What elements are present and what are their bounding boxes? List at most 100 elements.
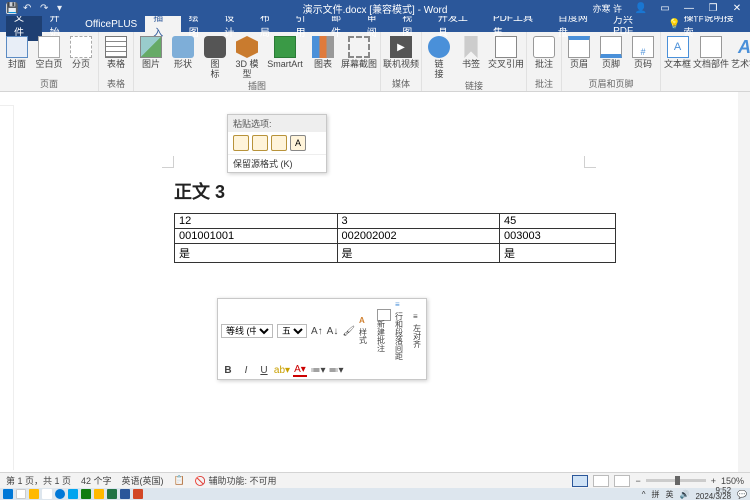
cell[interactable]: 002002002	[337, 229, 500, 244]
bullets-button[interactable]: ≔▾	[311, 363, 325, 377]
screenshot-button[interactable]: 屏幕截图	[341, 34, 377, 69]
start-button[interactable]	[3, 489, 13, 499]
size-select[interactable]: 五号	[277, 324, 307, 338]
styles-button[interactable]: A样式	[359, 317, 373, 345]
track-changes-icon[interactable]: 📋	[174, 475, 185, 486]
cover-page-button[interactable]: 封面	[3, 34, 31, 69]
paste-picture-icon[interactable]	[271, 135, 287, 151]
save-icon[interactable]: 💾	[6, 3, 17, 14]
volume-icon[interactable]: 🔊	[679, 490, 689, 499]
web-layout-view[interactable]	[614, 475, 630, 487]
excel-icon[interactable]	[107, 489, 117, 499]
tab-officeplus[interactable]: OfficePLUS	[77, 17, 145, 32]
app-icon[interactable]	[94, 489, 104, 499]
document-table[interactable]: 12345 001001001002002002003003 是是是	[174, 213, 616, 263]
redo-icon[interactable]: ↷	[40, 3, 51, 14]
explorer-icon[interactable]	[29, 489, 39, 499]
cell[interactable]: 是	[500, 244, 616, 263]
cell[interactable]: 12	[175, 214, 338, 229]
qat-more-icon[interactable]: ▾	[57, 3, 68, 14]
smartart-button[interactable]: SmartArt	[265, 34, 305, 69]
user-avatar[interactable]: 👤	[630, 1, 652, 15]
font-select[interactable]: 等线 (中文	[221, 324, 273, 338]
notifications-icon[interactable]: 💬	[737, 490, 747, 499]
user-name[interactable]: 亦寒 许	[592, 2, 622, 15]
paste-merge-icon[interactable]	[252, 135, 268, 151]
paste-keep-source[interactable]: 保留源格式 (K)	[228, 154, 326, 172]
search-icon[interactable]	[16, 489, 26, 499]
comment-button[interactable]: 批注	[530, 34, 558, 69]
shrink-font-icon[interactable]: A↓	[327, 324, 339, 338]
grow-font-icon[interactable]: A↑	[311, 324, 323, 338]
underline-button[interactable]: U	[257, 363, 271, 377]
pagenum-label: 页码	[634, 59, 652, 69]
ime-icon[interactable]: 拼	[651, 489, 659, 500]
bold-button[interactable]: B	[221, 363, 235, 377]
cell[interactable]: 001001001	[175, 229, 338, 244]
pictures-button[interactable]: 图片	[137, 34, 165, 69]
pagenum-button[interactable]: #页码	[629, 34, 657, 69]
paste-text-icon[interactable]: A	[290, 135, 306, 151]
app-icon[interactable]	[68, 489, 78, 499]
group-headerfooter: 页眉和页脚	[565, 77, 657, 91]
highlight-button[interactable]: ab▾	[275, 363, 289, 377]
3dmodel-button[interactable]: 3D 模 型	[233, 34, 261, 79]
minimize-button[interactable]: —	[678, 1, 700, 15]
quickparts-button[interactable]: 文档部件	[695, 34, 727, 69]
ribbon-options-icon[interactable]: ▭	[654, 1, 676, 15]
language[interactable]: 英语(英国)	[122, 474, 164, 487]
vertical-scrollbar[interactable]	[738, 92, 750, 472]
undo-icon[interactable]: ↶	[23, 3, 34, 14]
edge-icon[interactable]	[55, 489, 65, 499]
link-button[interactable]: 链 接	[425, 34, 453, 79]
page-count[interactable]: 第 1 页，共 1 页	[6, 474, 71, 487]
footer-button[interactable]: 页脚	[597, 34, 625, 69]
cell[interactable]: 是	[175, 244, 338, 263]
blank-page-button[interactable]: 空白页	[35, 34, 63, 69]
page-break-button[interactable]: 分页	[67, 34, 95, 69]
app-icon[interactable]	[81, 489, 91, 499]
mini-toolbar: 等线 (中文 五号 A↑ A↓ 🖌 A样式 新建 批注 ≡行和段落 间距 ≡左对…	[217, 298, 427, 380]
cell[interactable]: 是	[337, 244, 500, 263]
new-comment-button[interactable]: 新建 批注	[377, 309, 391, 353]
powerpoint-icon[interactable]	[133, 489, 143, 499]
crossref-button[interactable]: 交叉引用	[489, 34, 523, 69]
print-layout-view[interactable]	[572, 475, 588, 487]
table-button[interactable]: 表格	[102, 34, 130, 69]
zoom-slider[interactable]	[646, 479, 706, 482]
online-video-button[interactable]: ▶联机视频	[384, 34, 418, 69]
numbering-button[interactable]: ≕▾	[329, 363, 343, 377]
wordart-button[interactable]: A艺术字	[731, 34, 750, 69]
close-button[interactable]: ✕	[726, 1, 748, 15]
icons-button[interactable]: 图 标	[201, 34, 229, 79]
italic-button[interactable]: I	[239, 363, 253, 377]
word-count[interactable]: 42 个字	[81, 474, 112, 487]
zoom-out-button[interactable]: −	[635, 476, 640, 486]
cell[interactable]: 3	[337, 214, 500, 229]
clock[interactable]: 9:522024/3/28	[695, 488, 731, 500]
paste-keep-source-icon[interactable]	[233, 135, 249, 151]
word-icon[interactable]	[120, 489, 130, 499]
shapes-button[interactable]: 形状	[169, 34, 197, 69]
document-heading[interactable]: 正文 3	[174, 178, 225, 204]
line-spacing-button[interactable]: ≡行和段落 间距	[395, 301, 409, 361]
zoom-level[interactable]: 150%	[721, 476, 744, 486]
format-painter-icon[interactable]: 🖌	[342, 324, 355, 338]
mail-icon[interactable]	[42, 489, 52, 499]
accessibility[interactable]: 🚫 辅助功能: 不可用	[195, 474, 277, 487]
bookmark-button[interactable]: 书签	[457, 34, 485, 69]
font-color-button[interactable]: A▾	[293, 363, 307, 377]
chart-button[interactable]: 图表	[309, 34, 337, 69]
document-area[interactable]: 粘贴选项: A 保留源格式 (K) 正文 3 12345 00100100100…	[14, 92, 750, 472]
cell[interactable]: 45	[500, 214, 616, 229]
textbox-button[interactable]: A文本框	[664, 34, 691, 69]
zoom-in-button[interactable]: +	[711, 476, 716, 486]
vertical-ruler[interactable]	[2, 106, 14, 470]
cell[interactable]: 003003	[500, 229, 616, 244]
ime-lang-icon[interactable]: 英	[665, 489, 673, 500]
header-button[interactable]: 页眉	[565, 34, 593, 69]
read-mode-view[interactable]	[593, 475, 609, 487]
align-left-button[interactable]: ≡左对 齐	[413, 313, 427, 349]
tray-up-icon[interactable]: ^	[642, 490, 646, 499]
maximize-button[interactable]: ❐	[702, 1, 724, 15]
